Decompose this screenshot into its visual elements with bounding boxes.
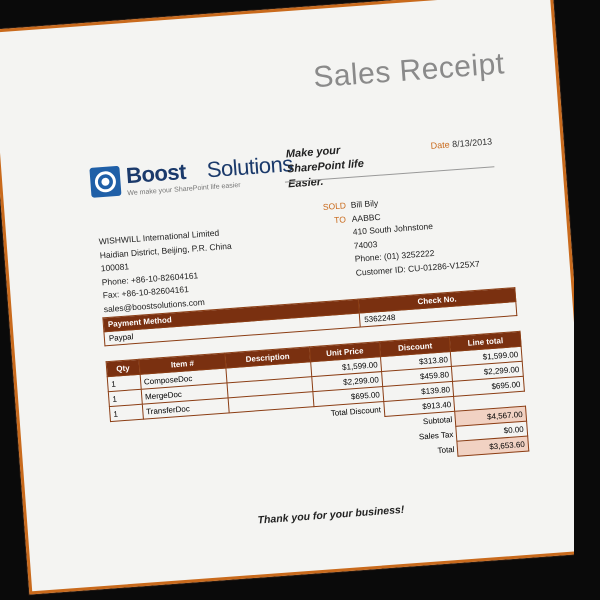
seller-address: WISHWILL International Limited Haidian D… (98, 226, 236, 316)
receipt-date: Date 8/13/2013 (430, 136, 492, 150)
page-title: Sales Receipt (312, 47, 506, 95)
logo-icon (89, 165, 122, 198)
thank-you-note: Thank you for your business! (257, 503, 405, 527)
sold-to-label: SOLD TO (322, 199, 346, 228)
logo-name-part1: Boost (125, 158, 187, 189)
receipt-page: Sales Receipt Boost Solutions We make yo… (0, 0, 594, 595)
slogan: Make your SharePoint life Easier. (285, 144, 365, 191)
dark-edge (574, 0, 600, 600)
buyer-address: Bill Bily AABBC 410 South Johnstone 7400… (350, 190, 480, 280)
date-value: 8/13/2013 (451, 136, 493, 150)
to-label: TO (333, 213, 347, 225)
date-label: Date (430, 139, 451, 151)
items-table: Qty Item # Description Unit Price Discou… (106, 331, 530, 482)
company-logo: Boost Solutions We make your SharePoint … (89, 151, 294, 210)
sold-label: SOLD (322, 200, 347, 212)
logo-name-part2: Solutions (205, 151, 294, 183)
